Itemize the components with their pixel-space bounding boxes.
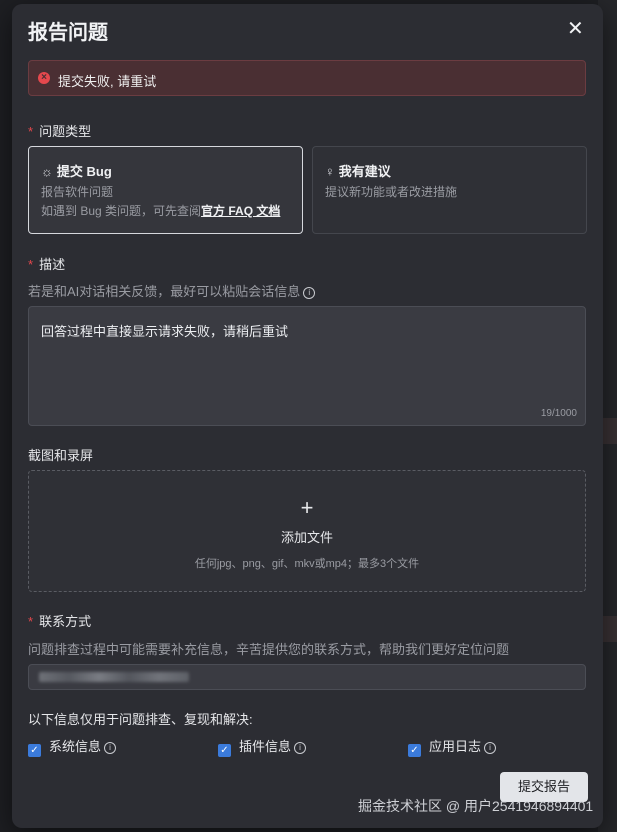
suggestion-option-sub: 提议新功能或者改进措施 — [325, 185, 458, 199]
checkbox-app-logs[interactable]: ✓ 应用日志 i — [408, 736, 497, 757]
plus-icon: + — [300, 495, 314, 520]
description-label: * 描述 — [28, 254, 65, 273]
upload-hint: 任何jpg、png、gif、mkv或mp4；最多3个文件 — [194, 558, 420, 570]
checkbox-label: 系统信息 — [49, 739, 102, 754]
info-icon[interactable]: i — [294, 742, 307, 754]
description-label-text: 描述 — [39, 257, 66, 272]
contact-label: * 联系方式 — [28, 611, 91, 630]
info-icon[interactable]: i — [484, 742, 497, 754]
report-issue-dialog: 报告问题 ✕ × 提交失败, 请重试 * 问题类型 ☼ 提交 Bug 报告软件问题 … — [12, 4, 603, 828]
contact-hint: 问题排查过程中可能需要补充信息，辛苦提供您的联系方式，帮助我们更好定位问题 — [28, 642, 510, 657]
checkbox-label: 应用日志 — [429, 739, 482, 754]
lightbulb-icon: ♀ — [325, 164, 335, 179]
char-counter: 19/1000 — [540, 408, 577, 419]
contact-input[interactable] — [28, 664, 586, 690]
upload-title: 添加文件 — [280, 530, 333, 545]
info-icon[interactable]: i — [303, 287, 316, 299]
bug-option-faq-line: 如遇到 Bug 类问题，可先查阅官方 FAQ 文档 — [41, 202, 280, 219]
redacted-contact-value — [39, 672, 189, 682]
issue-type-label-text: 问题类型 — [39, 124, 92, 139]
screenshots-label: 截图和录屏 — [28, 448, 94, 463]
info-icon[interactable]: i — [104, 742, 117, 754]
faq-prefix: 如遇到 Bug 类问题，可先查阅 — [41, 204, 202, 218]
description-value: 回答过程中直接显示请求失败，请稍后重试 — [41, 324, 289, 339]
description-textarea[interactable]: 回答过程中直接显示请求失败，请稍后重试 19/1000 — [28, 306, 586, 426]
check-icon: ✓ — [28, 744, 41, 757]
required-mark: * — [28, 257, 34, 272]
checkbox-label: 插件信息 — [239, 739, 292, 754]
bug-icon: ☼ — [41, 164, 53, 179]
required-mark: * — [28, 614, 34, 629]
checkbox-plugin-info[interactable]: ✓ 插件信息 i — [218, 736, 307, 757]
close-icon[interactable]: ✕ — [567, 16, 584, 41]
check-icon: ✓ — [218, 744, 231, 757]
bug-option-title: 提交 Bug — [56, 164, 112, 179]
dialog-title: 报告问题 — [28, 22, 108, 44]
required-mark: * — [28, 124, 34, 139]
check-icon: ✓ — [408, 744, 421, 757]
watermark: 掘金技术社区 @ 用户2541946894401 — [358, 798, 594, 814]
close-circle-icon: × — [38, 72, 50, 84]
description-hint: 若是和AI对话相关反馈，最好可以粘贴会话信息 i — [28, 281, 316, 300]
consent-text: 以下信息仅用于问题排查、复现和解决: — [28, 712, 253, 727]
card-title: ☼ 提交 Bug — [41, 161, 112, 180]
file-upload-dropzone[interactable]: + 添加文件 任何jpg、png、gif、mkv或mp4；最多3个文件 — [28, 470, 586, 592]
checkbox-system-info[interactable]: ✓ 系统信息 i — [28, 736, 117, 757]
alert-message: 提交失败, 请重试 — [58, 74, 157, 89]
contact-label-text: 联系方式 — [39, 614, 92, 629]
suggestion-option-title: 我有建议 — [338, 164, 391, 179]
description-hint-text: 若是和AI对话相关反馈，最好可以粘贴会话信息 — [28, 284, 301, 299]
suggestion-option[interactable]: ♀ 我有建议 提议新功能或者改进措施 — [312, 146, 587, 234]
error-alert: × 提交失败, 请重试 — [28, 60, 586, 96]
faq-link[interactable]: 官方 FAQ 文档 — [201, 204, 280, 218]
issue-type-label: * 问题类型 — [28, 121, 91, 140]
bug-option-sub: 报告软件问题 — [41, 185, 114, 199]
bug-report-option[interactable]: ☼ 提交 Bug 报告软件问题 如遇到 Bug 类问题，可先查阅官方 FAQ 文档 — [28, 146, 303, 234]
card-title: ♀ 我有建议 — [325, 161, 391, 180]
